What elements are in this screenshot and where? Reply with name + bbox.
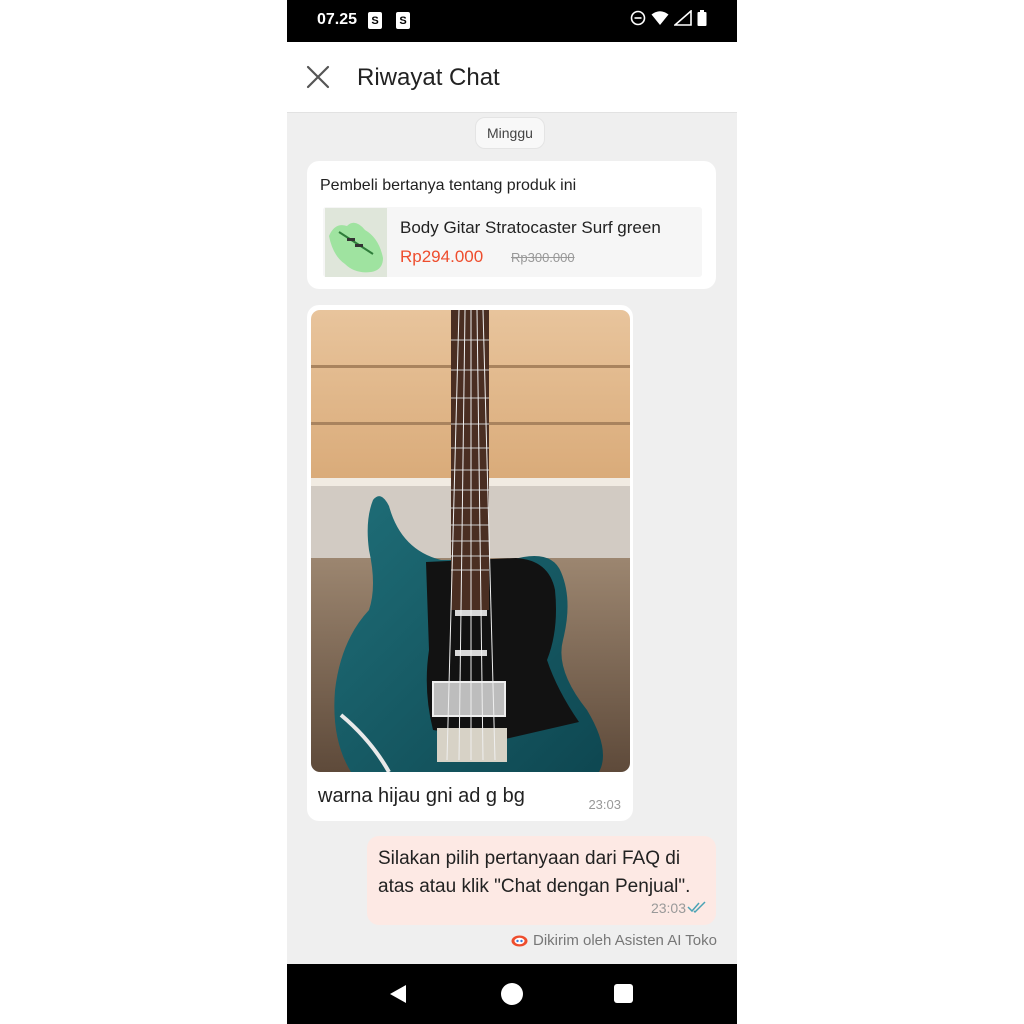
home-icon[interactable] — [501, 983, 523, 1005]
product-original-price: Rp300.000 — [511, 250, 575, 265]
message-timestamp: 23:03 — [588, 797, 621, 812]
product-thumbnail — [325, 208, 387, 277]
navigation-bar — [287, 964, 737, 1024]
product-card-title: Pembeli bertanya tentang produk ini — [320, 177, 577, 194]
ai-assistant-icon — [511, 935, 528, 947]
incoming-image-message: warna hijau gni ad g bg 23:03 — [307, 305, 633, 821]
day-separator: Minggu — [475, 117, 545, 149]
ai-assistant-note: Dikirim oleh Asisten AI Toko — [511, 932, 717, 949]
battery-icon — [697, 10, 707, 26]
close-icon[interactable] — [303, 62, 333, 92]
product-price: Rp294.000 — [400, 247, 484, 266]
product-name: Body Gitar Stratocaster Surf green — [400, 218, 661, 237]
page-title: Riwayat Chat — [357, 64, 500, 91]
outgoing-message: Silakan pilih pertanyaan dari FAQ di ata… — [367, 836, 716, 925]
status-icons — [630, 10, 707, 26]
recents-icon[interactable] — [614, 984, 633, 1003]
wifi-icon — [651, 11, 669, 25]
double-check-icon — [687, 901, 706, 914]
shop-notification-icon: S — [368, 12, 382, 29]
product-summary[interactable]: Body Gitar Stratocaster Surf green Rp294… — [323, 207, 702, 277]
message-text: Silakan pilih pertanyaan dari FAQ di ata… — [378, 848, 691, 897]
chat-header: Riwayat Chat — [287, 42, 737, 113]
product-inquiry-card[interactable]: Pembeli bertanya tentang produk ini Body… — [307, 161, 716, 289]
message-photo[interactable] — [311, 310, 630, 772]
status-time: 07.25 — [317, 11, 358, 28]
status-bar: 07.25 S S — [287, 0, 737, 42]
phone-screen: 07.25 S S Riwayat Chat Minggu Pembeli be… — [287, 0, 737, 1024]
message-timestamp: 23:03 — [650, 900, 686, 916]
shop-notification-icon: S — [396, 12, 410, 29]
message-text: warna hijau gni ad g bg — [318, 785, 525, 807]
back-icon[interactable] — [388, 984, 408, 1004]
dnd-icon — [630, 10, 646, 26]
signal-icon — [674, 10, 692, 26]
ai-note-text: Dikirim oleh Asisten AI Toko — [533, 932, 717, 949]
